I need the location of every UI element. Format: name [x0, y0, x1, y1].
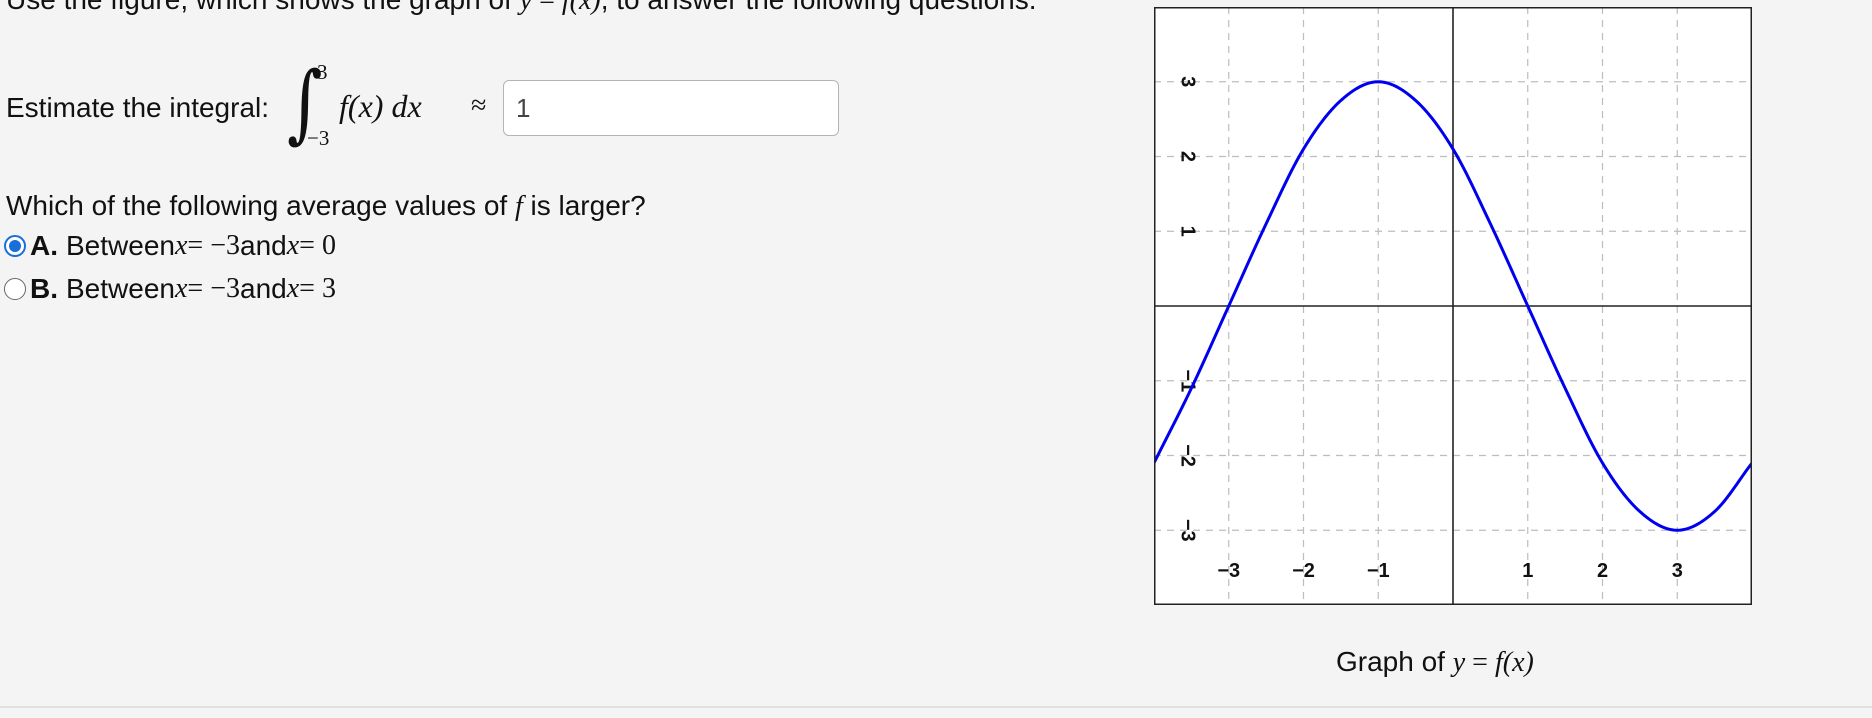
option-b-letter: B. — [30, 273, 58, 304]
y-tick-label: 1 — [1177, 226, 1199, 237]
bottom-divider — [0, 706, 1872, 708]
caption-f: f — [1494, 647, 1503, 678]
lower-limit: −3 — [307, 126, 330, 150]
x-tick-label: 2 — [1597, 560, 1608, 582]
question-after: is larger? — [522, 190, 646, 221]
option-a-x1: x — [174, 230, 188, 261]
intro-y: y — [519, 0, 533, 16]
option-b-eq1: = −3 — [187, 273, 240, 304]
caption-arg: (x) — [1502, 647, 1534, 678]
option-a-text: Between — [66, 230, 175, 261]
x-tick-label: 1 — [1522, 560, 1533, 582]
option-b-text: Between — [66, 273, 175, 304]
y-tick-label: 2 — [1177, 151, 1199, 162]
y-tick-label: 3 — [1177, 76, 1199, 87]
question-before: Which of the following average values of — [6, 190, 515, 221]
intro-text: Use the figure, which shows the graph of… — [6, 0, 1037, 17]
x-tick-label: −1 — [1367, 560, 1390, 582]
option-b-and: and — [240, 273, 287, 304]
option-a-eq2: = 0 — [299, 230, 336, 261]
caption-before: Graph of — [1336, 646, 1453, 677]
option-a-x2: x — [286, 230, 300, 261]
function-graph: −3 −2 −1 1 2 3321−1−2−3 — [1154, 7, 1752, 605]
integral-expression: ∫ 3 −3 f(x) dx ≈ — [279, 58, 499, 158]
graph-caption: Graph of y = f(x) — [1336, 646, 1534, 679]
option-a-and: and — [240, 230, 287, 261]
option-a-letter: A. — [30, 230, 58, 261]
x-tick-label: −2 — [1292, 560, 1315, 582]
integral-label: Estimate the integral: — [6, 92, 270, 123]
option-a[interactable]: A. Between x = −3 and x = 0 — [4, 230, 336, 262]
upper-limit: 3 — [317, 60, 328, 84]
option-b-x2: x — [286, 273, 300, 304]
axes — [1154, 7, 1752, 605]
tick-labels: −3 −2 −1 1 2 3321−1−2−3 — [1177, 76, 1683, 582]
question-f: f — [514, 191, 523, 222]
integral-answer-input[interactable] — [503, 80, 840, 136]
x-tick-label: 3 — [1672, 560, 1683, 582]
question-text: Which of the following average values of… — [6, 190, 646, 223]
option-b-radio[interactable] — [4, 278, 26, 300]
option-a-eq1: = −3 — [187, 230, 240, 261]
x-tick-label: −3 — [1217, 560, 1240, 582]
option-b[interactable]: B. Between x = −3 and x = 3 — [4, 273, 336, 305]
caption-y: y — [1452, 647, 1466, 678]
intro-f: f — [561, 0, 570, 16]
intro-eq: = — [532, 0, 562, 16]
option-a-radio[interactable] — [4, 235, 26, 257]
option-b-eq2: = 3 — [299, 273, 336, 304]
y-tick-label: −2 — [1177, 444, 1199, 467]
y-tick-label: −3 — [1177, 519, 1199, 542]
intro-arg: (x) — [569, 0, 601, 16]
intro-before: Use the figure, which shows the graph of — [6, 0, 520, 15]
integrand: f(x) dx — [339, 88, 422, 124]
caption-eq: = — [1465, 647, 1495, 678]
approx-sign: ≈ — [471, 90, 487, 121]
intro-after: , to answer the following questions. — [601, 0, 1037, 15]
option-b-x1: x — [174, 273, 188, 304]
integral-row: Estimate the integral: ∫ 3 −3 f(x) dx ≈ — [6, 58, 840, 158]
